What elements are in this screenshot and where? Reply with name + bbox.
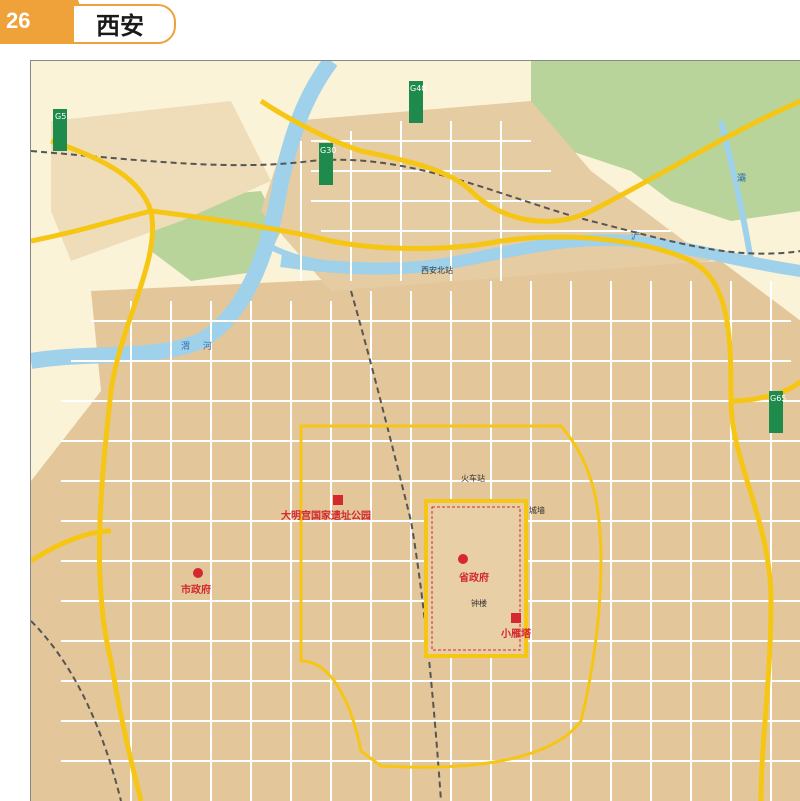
highway-badge-g65-code: G65 bbox=[770, 394, 786, 403]
district-label: 火车站 bbox=[461, 473, 485, 483]
government-icon bbox=[193, 568, 203, 578]
map-title: 西安 bbox=[96, 12, 144, 40]
pagoda-icon bbox=[511, 613, 521, 623]
government-icon bbox=[458, 554, 468, 564]
highway-badge-g5: G5 bbox=[53, 109, 67, 151]
landmark-small-wild-goose-pagoda-label: 小雁塔 bbox=[500, 627, 532, 640]
map-frame[interactable]: G5 G30 G40 G65 省政府 市政府 小雁塔 大明宫国家遗址公园 渭 河… bbox=[30, 60, 800, 801]
page-header: 26 西安 bbox=[0, 0, 800, 44]
page-number: 26 bbox=[6, 8, 31, 33]
district-label: 西安北站 bbox=[421, 265, 453, 275]
map-page: 26 西安 G5 G30 G40 G65 省政府 市政府 小雁塔 大明宫国家遗址… bbox=[0, 0, 800, 801]
city-map[interactable]: G5 G30 G40 G65 省政府 市政府 小雁塔 大明宫国家遗址公园 渭 河… bbox=[31, 61, 800, 801]
landmark-city-government-label: 市政府 bbox=[181, 583, 211, 596]
water-label: 河 bbox=[203, 340, 212, 352]
heritage-icon bbox=[333, 495, 343, 505]
highway-badge-g40-code: G40 bbox=[410, 84, 426, 93]
highway-badge-g5-code: G5 bbox=[55, 112, 66, 121]
water-label: 灞 bbox=[737, 173, 746, 184]
landmark-daming-palace-label: 大明宫国家遗址公园 bbox=[281, 509, 371, 522]
water-label: 浐 bbox=[631, 230, 640, 242]
landmark-provincial-government-label: 省政府 bbox=[458, 571, 489, 584]
water-label: 渭 bbox=[181, 341, 190, 352]
district-label: 城墙 bbox=[529, 505, 545, 515]
district-label: 钟楼 bbox=[471, 598, 487, 608]
highway-badge-g30-code: G30 bbox=[320, 146, 336, 155]
